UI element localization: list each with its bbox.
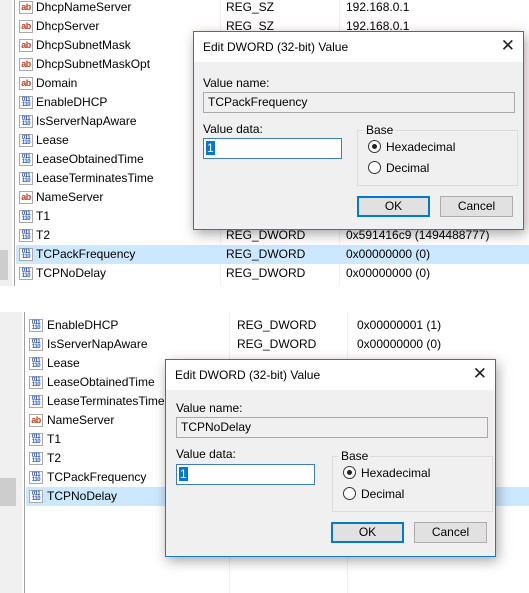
value-name: DhcpSubnetMask bbox=[36, 38, 131, 52]
close-icon[interactable]: ✕ bbox=[501, 36, 515, 56]
value-data-label: Value data: bbox=[203, 122, 263, 136]
radio-unchecked-icon bbox=[343, 487, 356, 500]
base-label: Base bbox=[364, 123, 396, 137]
binary-value-icon: 011 110 bbox=[29, 452, 43, 465]
binary-value-icon: 011 110 bbox=[19, 96, 33, 109]
base-groupbox: Base Hexadecimal Decimal bbox=[357, 123, 518, 186]
binary-value-icon: 011 110 bbox=[19, 172, 33, 185]
value-data-input[interactable]: 1 bbox=[176, 464, 315, 485]
value-data-input[interactable]: 1 bbox=[203, 138, 342, 159]
value-name: Domain bbox=[36, 76, 78, 90]
binary-value-icon: 011 110 bbox=[29, 471, 43, 484]
value-data-text: 1 bbox=[179, 467, 188, 481]
value-name: LeaseObtainedTime bbox=[36, 152, 144, 166]
value-type: REG_DWORD bbox=[226, 266, 306, 280]
base-label: Base bbox=[339, 449, 371, 463]
binary-value-icon: 011 110 bbox=[19, 248, 33, 261]
value-data-label: Value data: bbox=[176, 447, 236, 461]
binary-value-icon: 011 110 bbox=[19, 267, 33, 280]
radio-checked-icon bbox=[343, 466, 356, 479]
value-type: REG_DWORD bbox=[237, 337, 317, 351]
edit-dword-dialog: Edit DWORD (32-bit) Value ✕ Value name: … bbox=[165, 359, 496, 557]
string-value-icon: ab bbox=[19, 77, 33, 90]
value-name: TCPNoDelay bbox=[47, 489, 118, 503]
value-name-label: Value name: bbox=[176, 401, 243, 415]
string-value-icon: ab bbox=[29, 414, 43, 427]
list-item[interactable]: 011 110 TCPNoDelay REG_DWORD 0x00000000 (0) bbox=[0, 264, 529, 283]
value-data: 0x00000000 (0) bbox=[346, 266, 431, 280]
value-name: T1 bbox=[47, 432, 62, 446]
hexadecimal-label: Hexadecimal bbox=[361, 466, 431, 480]
string-value-icon: ab bbox=[19, 20, 33, 33]
value-name: IsServerNapAware bbox=[36, 114, 137, 128]
close-icon[interactable]: ✕ bbox=[473, 364, 487, 384]
decimal-label: Decimal bbox=[386, 161, 430, 175]
value-name: T2 bbox=[47, 451, 62, 465]
value-type: REG_DWORD bbox=[237, 318, 317, 332]
value-data-text: 1 bbox=[206, 141, 215, 155]
value-name: TCPackFrequency bbox=[47, 470, 147, 484]
cancel-button[interactable]: Cancel bbox=[414, 522, 487, 543]
binary-value-icon: 011 110 bbox=[29, 433, 43, 446]
radio-checked-icon bbox=[368, 140, 381, 153]
value-name: TCPNoDelay bbox=[36, 266, 107, 280]
dialog-title-bar: Edit DWORD (32-bit) Value ✕ bbox=[166, 360, 495, 390]
value-name-field: TCPNoDelay bbox=[176, 417, 488, 438]
value-name: T2 bbox=[36, 228, 51, 242]
value-name: DhcpServer bbox=[36, 19, 100, 33]
binary-value-icon: 011 110 bbox=[29, 395, 43, 408]
value-name: EnableDHCP bbox=[47, 318, 119, 332]
value-name: Lease bbox=[36, 133, 69, 147]
dialog-title: Edit DWORD (32-bit) Value bbox=[175, 368, 321, 382]
ok-button[interactable]: OK bbox=[357, 196, 430, 217]
binary-value-icon: 011 110 bbox=[19, 229, 33, 242]
value-name: EnableDHCP bbox=[36, 95, 108, 109]
binary-value-icon: 011 110 bbox=[19, 153, 33, 166]
ok-button[interactable]: OK bbox=[331, 522, 404, 543]
value-name: TCPackFrequency bbox=[36, 247, 136, 261]
value-name: IsServerNapAware bbox=[47, 337, 148, 351]
radio-unchecked-icon bbox=[368, 161, 381, 174]
list-item[interactable]: 011 110 TCPackFrequency REG_DWORD 0x0000000… bbox=[0, 245, 529, 264]
string-value-icon: ab bbox=[19, 191, 33, 204]
hexadecimal-label: Hexadecimal bbox=[386, 140, 456, 154]
cancel-button[interactable]: Cancel bbox=[440, 196, 513, 217]
value-name: NameServer bbox=[47, 413, 115, 427]
value-name: DhcpNameServer bbox=[36, 0, 132, 14]
list-item[interactable]: ab DhcpNameServer REG_SZ 192.168.0.1 bbox=[0, 0, 529, 17]
value-name-field: TCPackFrequency bbox=[203, 92, 515, 113]
binary-value-icon: 011 110 bbox=[29, 376, 43, 389]
binary-value-icon: 011 110 bbox=[29, 490, 43, 503]
value-name: T1 bbox=[36, 209, 51, 223]
value-name: DhcpSubnetMaskOpt bbox=[36, 57, 151, 71]
edit-dword-dialog: Edit DWORD (32-bit) Value ✕ Value name: … bbox=[193, 31, 524, 230]
value-data: 0x00000000 (0) bbox=[346, 247, 431, 261]
dialog-title: Edit DWORD (32-bit) Value bbox=[203, 40, 349, 54]
decimal-label: Decimal bbox=[361, 487, 405, 501]
dialog-title-bar: Edit DWORD (32-bit) Value ✕ bbox=[194, 32, 523, 62]
binary-value-icon: 011 110 bbox=[29, 357, 43, 370]
value-type: REG_SZ bbox=[226, 0, 275, 14]
binary-value-icon: 011 110 bbox=[19, 115, 33, 128]
value-name: LeaseTerminatesTime bbox=[47, 394, 165, 408]
string-value-icon: ab bbox=[19, 39, 33, 52]
list-item[interactable]: 011 110 IsServerNapAware REG_DWORD 0x000000… bbox=[0, 335, 529, 354]
string-value-icon: ab bbox=[19, 58, 33, 71]
value-data: 0x00000001 (1) bbox=[357, 318, 442, 332]
binary-value-icon: 011 110 bbox=[19, 210, 33, 223]
string-value-icon: ab bbox=[19, 1, 33, 14]
binary-value-icon: 011 110 bbox=[29, 338, 43, 351]
value-name: LeaseTerminatesTime bbox=[36, 171, 154, 185]
value-data: 0x00000000 (0) bbox=[357, 337, 442, 351]
list-item[interactable]: 011 110 EnableDHCP REG_DWORD 0x00000001 (1) bbox=[0, 316, 529, 335]
value-data: 192.168.0.1 bbox=[346, 0, 410, 14]
binary-value-icon: 011 110 bbox=[19, 134, 33, 147]
binary-value-icon: 011 110 bbox=[29, 319, 43, 332]
value-name-label: Value name: bbox=[203, 76, 270, 90]
value-type: REG_DWORD bbox=[226, 247, 306, 261]
base-groupbox: Base Hexadecimal Decimal bbox=[332, 449, 493, 512]
value-name: Lease bbox=[47, 356, 80, 370]
value-name: NameServer bbox=[36, 190, 104, 204]
value-name: LeaseObtainedTime bbox=[47, 375, 155, 389]
